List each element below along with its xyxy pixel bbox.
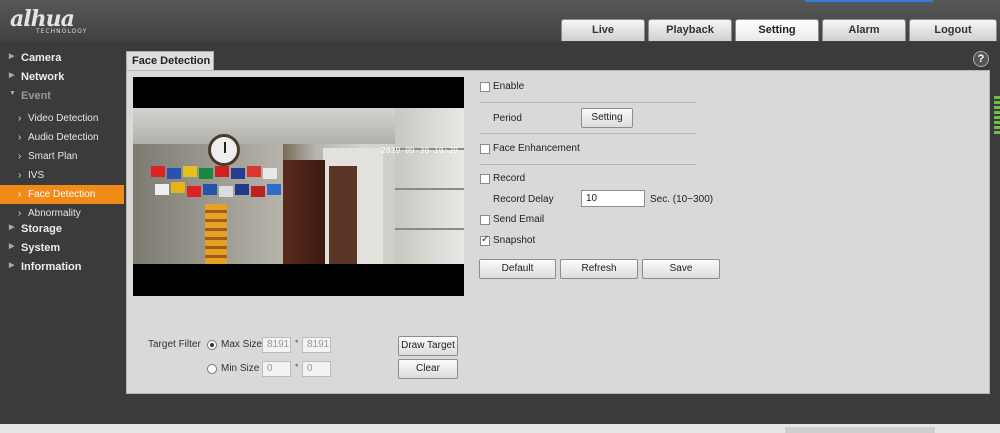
min-height-input[interactable]: 0 bbox=[302, 361, 331, 377]
record-delay-input[interactable]: 10 bbox=[581, 190, 645, 207]
chevron-right-icon: › bbox=[18, 132, 22, 143]
min-size-radio[interactable] bbox=[207, 364, 217, 374]
refresh-button[interactable]: Refresh bbox=[560, 259, 638, 279]
triangle-right-icon: ▶ bbox=[9, 72, 15, 79]
face-enhancement-checkbox[interactable] bbox=[480, 144, 490, 154]
video-timestamp: 2019-09-30 10:29 bbox=[381, 146, 459, 155]
chevron-right-icon: › bbox=[18, 189, 22, 200]
sidebar-item-smart-plan[interactable]: › Smart Plan bbox=[0, 147, 126, 166]
sidebar-item-label: Network bbox=[21, 71, 65, 83]
chevron-right-icon: › bbox=[18, 170, 22, 181]
sidebar-item-abnormality[interactable]: › Abnormality bbox=[0, 204, 126, 223]
snapshot-checkbox[interactable] bbox=[480, 234, 490, 246]
save-button[interactable]: Save bbox=[642, 259, 720, 279]
brand-logo: alhua TECHNOLOGY bbox=[10, 6, 88, 35]
triangle-right-icon: ▶ bbox=[9, 53, 15, 60]
sidebar-item-label: System bbox=[21, 242, 61, 254]
snapshot-label: Snapshot bbox=[493, 235, 536, 246]
divider bbox=[480, 133, 696, 134]
triangle-down-icon: ▼ bbox=[9, 90, 16, 97]
tab-alarm[interactable]: Alarm bbox=[822, 19, 906, 41]
sidebar-item-information[interactable]: ▶ Information bbox=[0, 261, 126, 280]
record-delay-unit: Sec. (10~300) bbox=[650, 194, 714, 205]
clock-shape bbox=[208, 134, 240, 166]
draw-target-button[interactable]: Draw Target bbox=[398, 336, 458, 356]
sidebar-item-audio-detection[interactable]: › Audio Detection bbox=[0, 128, 126, 147]
times-sign: * bbox=[295, 338, 299, 348]
triangle-right-icon: ▶ bbox=[9, 262, 15, 269]
sidebar-item-system[interactable]: ▶ System bbox=[0, 242, 126, 261]
sidebar: ▶ Camera ▶ Network ▼ Event › Video Detection… bbox=[0, 52, 126, 280]
times-sign: * bbox=[295, 362, 299, 372]
max-width-input[interactable]: 8191 bbox=[262, 337, 291, 353]
sidebar-item-label: Face Detection bbox=[28, 189, 96, 200]
sidebar-item-label: Abnormality bbox=[28, 208, 81, 219]
page-title: Face Detection bbox=[126, 51, 214, 71]
clear-button[interactable]: Clear bbox=[398, 359, 458, 379]
sidebar-item-label: Event bbox=[21, 90, 51, 102]
max-height-input[interactable]: 8191 bbox=[302, 337, 331, 353]
triangle-right-icon: ▶ bbox=[9, 224, 15, 231]
tab-setting[interactable]: Setting bbox=[735, 19, 819, 41]
camera-scene: 2019-09-30 10:29 bbox=[133, 108, 464, 264]
sidebar-item-video-detection[interactable]: › Video Detection bbox=[0, 109, 126, 128]
video-preview[interactable]: 2019-09-30 10:29 bbox=[133, 77, 464, 296]
help-icon[interactable]: ? bbox=[973, 51, 989, 67]
top-accent-strip bbox=[805, 0, 933, 2]
sidebar-item-camera[interactable]: ▶ Camera bbox=[0, 52, 126, 71]
sidebar-item-label: IVS bbox=[28, 170, 45, 181]
tab-playback[interactable]: Playback bbox=[648, 19, 732, 41]
sidebar-item-label: Smart Plan bbox=[28, 151, 78, 162]
tab-live[interactable]: Live bbox=[561, 19, 645, 41]
min-width-input[interactable]: 0 bbox=[262, 361, 291, 377]
sidebar-item-label: Information bbox=[21, 261, 82, 273]
header-bar: alhua TECHNOLOGY Live Playback Setting A… bbox=[0, 0, 1000, 42]
max-size-label: Max Size bbox=[221, 339, 263, 350]
sidebar-item-label: Camera bbox=[21, 52, 62, 64]
sidebar-item-storage[interactable]: ▶ Storage bbox=[0, 223, 126, 242]
period-setting-button[interactable]: Setting bbox=[581, 108, 633, 128]
sidebar-item-ivs[interactable]: › IVS bbox=[0, 166, 126, 185]
sidebar-item-label: Video Detection bbox=[28, 113, 99, 124]
divider bbox=[480, 164, 696, 165]
chevron-right-icon: › bbox=[18, 113, 22, 124]
sidebar-item-label: Storage bbox=[21, 223, 62, 235]
tab-logout[interactable]: Logout bbox=[909, 19, 997, 41]
target-filter-label: Target Filter bbox=[148, 339, 201, 350]
signal-meter-decoration bbox=[994, 96, 1000, 134]
record-checkbox[interactable] bbox=[480, 174, 490, 184]
main-tabs: Live Playback Setting Alarm Logout bbox=[561, 19, 997, 41]
bottom-bar bbox=[0, 424, 1000, 433]
triangle-right-icon: ▶ bbox=[9, 243, 15, 250]
min-size-label: Min Size bbox=[221, 363, 260, 374]
max-size-radio[interactable] bbox=[207, 340, 217, 350]
period-label: Period bbox=[493, 113, 522, 124]
enable-label: Enable bbox=[493, 81, 525, 92]
chevron-right-icon: › bbox=[18, 208, 22, 219]
chevron-right-icon: › bbox=[18, 151, 22, 162]
sidebar-item-event[interactable]: ▼ Event bbox=[0, 90, 126, 109]
sidebar-item-label: Audio Detection bbox=[28, 132, 99, 143]
default-button[interactable]: Default bbox=[479, 259, 556, 279]
enable-checkbox[interactable] bbox=[480, 82, 490, 92]
sidebar-item-face-detection[interactable]: › Face Detection bbox=[0, 185, 124, 204]
sidebar-item-network[interactable]: ▶ Network bbox=[0, 71, 126, 90]
record-label: Record bbox=[493, 173, 526, 184]
record-delay-label: Record Delay bbox=[493, 194, 554, 205]
divider bbox=[480, 102, 696, 103]
giraffe-chart-shape bbox=[205, 204, 227, 264]
face-enhancement-label: Face Enhancement bbox=[493, 143, 580, 154]
send-email-checkbox[interactable] bbox=[480, 215, 490, 225]
send-email-label: Send Email bbox=[493, 214, 545, 225]
